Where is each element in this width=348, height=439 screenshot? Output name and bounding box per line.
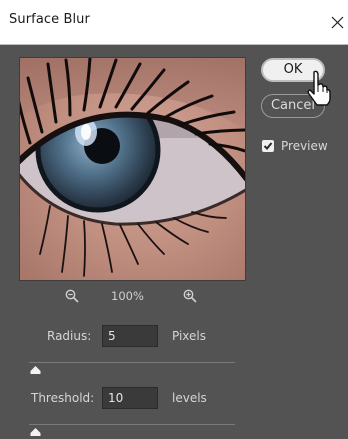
preview-checkbox-row[interactable]: Preview — [262, 139, 328, 153]
title-bar[interactable]: Surface Blur — [0, 0, 348, 45]
preview-checkbox[interactable] — [262, 140, 274, 152]
close-icon[interactable] — [324, 9, 348, 35]
cancel-button[interactable]: Cancel — [261, 94, 325, 118]
dialog-title: Surface Blur — [9, 12, 90, 27]
radius-input[interactable] — [102, 325, 158, 347]
zoom-level: 100% — [111, 289, 144, 303]
surface-blur-dialog: Surface Blur OK Cancel Preview 100% Radi… — [0, 0, 348, 439]
threshold-input[interactable] — [102, 387, 158, 409]
radius-slider-thumb[interactable] — [30, 366, 41, 374]
preview-label: Preview — [281, 139, 328, 153]
threshold-slider-thumb[interactable] — [30, 428, 41, 436]
check-icon — [263, 142, 273, 150]
radius-unit: Pixels — [172, 329, 207, 343]
threshold-slider-track[interactable] — [29, 424, 235, 425]
radius-label: Radius: — [47, 329, 92, 343]
zoom-in-icon[interactable] — [183, 288, 197, 303]
zoom-out-icon[interactable] — [65, 288, 79, 303]
threshold-unit: levels — [172, 391, 207, 405]
threshold-label: Threshold: — [31, 391, 95, 405]
radius-slider-track[interactable] — [29, 362, 235, 363]
preview-image[interactable] — [19, 57, 246, 281]
ok-button[interactable]: OK — [261, 58, 325, 82]
